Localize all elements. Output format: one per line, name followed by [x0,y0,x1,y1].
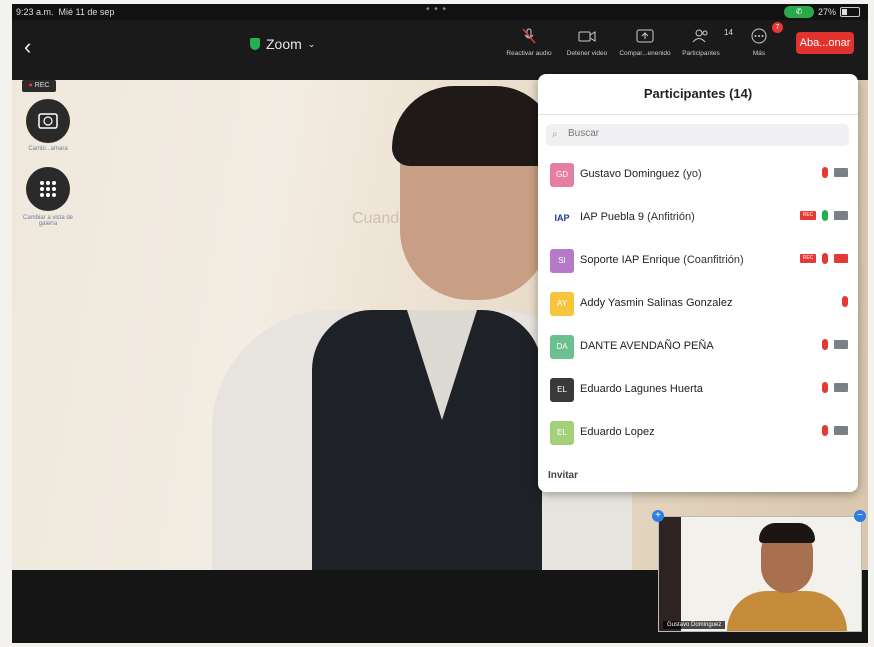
participant-name: DANTE AVENDAÑO PEÑA [580,340,714,352]
expand-self-view-icon[interactable]: + [652,510,664,522]
participant-row[interactable]: EL Eduardo Lagunes Huerta [538,370,858,410]
more-badge: 7 [772,22,783,33]
gallery-view-button[interactable] [26,167,70,211]
call-indicator[interactable]: ✆ [783,6,814,18]
self-view-video[interactable]: Gustavo Dominguez [658,516,862,632]
battery-icon [840,7,860,17]
participant-role: (yo) [682,168,702,180]
shield-icon [250,38,260,50]
switch-camera-label: Cambi...amara [28,146,68,152]
participants-panel: Participantes (14) ⌕ GD Gustavo Domingue… [538,74,858,492]
video-icon[interactable] [834,211,848,220]
avatar: DA [550,335,574,359]
gallery-view-label: Cambiar a vista de galería [22,215,74,227]
participant-row[interactable]: DA DANTE AVENDAÑO PEÑA [538,327,858,367]
search-field[interactable]: ⌕ [546,124,849,146]
mic-muted-icon[interactable] [822,253,828,264]
grid-icon [40,181,56,197]
avatar: GD [550,163,574,187]
back-chevron-icon[interactable]: ‹ [24,34,44,59]
meeting-toolbar: ‹ Zoom ⌄ Reactivar audio Detener video C… [12,20,868,80]
invite-button[interactable]: Invitar [548,470,578,481]
video-icon[interactable] [834,340,848,349]
video-off-icon[interactable] [834,254,848,263]
stop-video-button[interactable]: Detener video [558,28,616,57]
avatar: SI [550,249,574,273]
participant-role: (Anfitrión) [647,211,695,223]
participant-row[interactable]: SI Soporte IAP Enrique (Coanfitrión) REC [538,241,858,281]
camera-switch-icon [38,113,58,129]
video-icon[interactable] [834,426,848,435]
mic-on-icon[interactable] [822,210,828,221]
participant-name: Gustavo Dominguez [580,168,680,180]
participant-name: Eduardo Lagunes Huerta [580,383,703,395]
self-view-name: Gustavo Dominguez [663,621,726,629]
panel-divider [538,114,858,115]
mic-muted-icon[interactable] [822,382,828,393]
participant-row[interactable]: GD Gustavo Dominguez (yo) [538,155,858,195]
participant-name: Addy Yasmin Salinas Gonzalez [580,297,733,309]
recording-indicator: ● REC [22,80,56,92]
participant-name: IAP Puebla 9 [580,211,645,223]
participant-row[interactable]: AY Addy Yasmin Salinas Gonzalez [538,284,858,324]
status-bar: 9:23 a.m. Mié 11 de sep • • • ✆ 27% [12,4,868,20]
mic-muted-icon [522,28,536,44]
participant-role: (Coanfitrión) [683,254,744,266]
share-content-button[interactable]: Compar...enenido [616,28,674,57]
participants-button[interactable]: Participantes [672,28,730,57]
participant-name: Soporte IAP Enrique [580,254,681,266]
video-icon[interactable] [834,383,848,392]
multitask-dots[interactable]: • • • [426,4,447,15]
avatar: EL [550,378,574,402]
self-hair [759,523,815,543]
panel-title: Participantes (14) [643,86,753,101]
participant-row[interactable]: IAP IAP Puebla 9 (Anfitrión) REC [538,198,858,238]
chevron-down-icon: ⌄ [307,38,316,49]
mic-muted-icon[interactable] [822,339,828,350]
participant-name: Eduardo Lopez [580,426,655,438]
zoom-window: 9:23 a.m. Mié 11 de sep • • • ✆ 27% ‹ Zo… [12,4,868,643]
avatar: EL [550,421,574,445]
battery-percent: 27% [817,7,836,17]
recording-badge-icon: REC [800,211,816,220]
recording-badge-icon: REC [800,254,816,263]
meeting-title-label: Zoom [266,36,302,52]
video-icon[interactable] [834,168,848,177]
status-time: 9:23 a.m. Mié 11 de sep [16,7,115,17]
minimize-self-view-icon[interactable]: − [854,510,866,522]
mic-muted-icon[interactable] [822,425,828,436]
search-input[interactable] [566,127,830,140]
video-icon [578,31,596,42]
search-icon: ⌕ [552,129,558,140]
more-icon [751,28,767,44]
speaker-hair [392,86,557,166]
self-view-background [659,517,681,631]
avatar: AY [550,292,574,316]
self-shirt [727,591,847,631]
share-icon [636,29,654,43]
mic-muted-icon[interactable] [822,167,828,178]
unmute-button[interactable]: Reactivar audio [500,28,558,57]
participants-icon [692,29,708,43]
mic-muted-icon[interactable] [842,296,848,307]
avatar: IAP [550,206,574,230]
leave-button[interactable]: Aba...onar [796,32,854,54]
meeting-title[interactable]: Zoom ⌄ [250,36,315,52]
participant-row[interactable]: EL Eduardo Lopez [538,413,858,453]
switch-camera-button[interactable] [26,99,70,143]
